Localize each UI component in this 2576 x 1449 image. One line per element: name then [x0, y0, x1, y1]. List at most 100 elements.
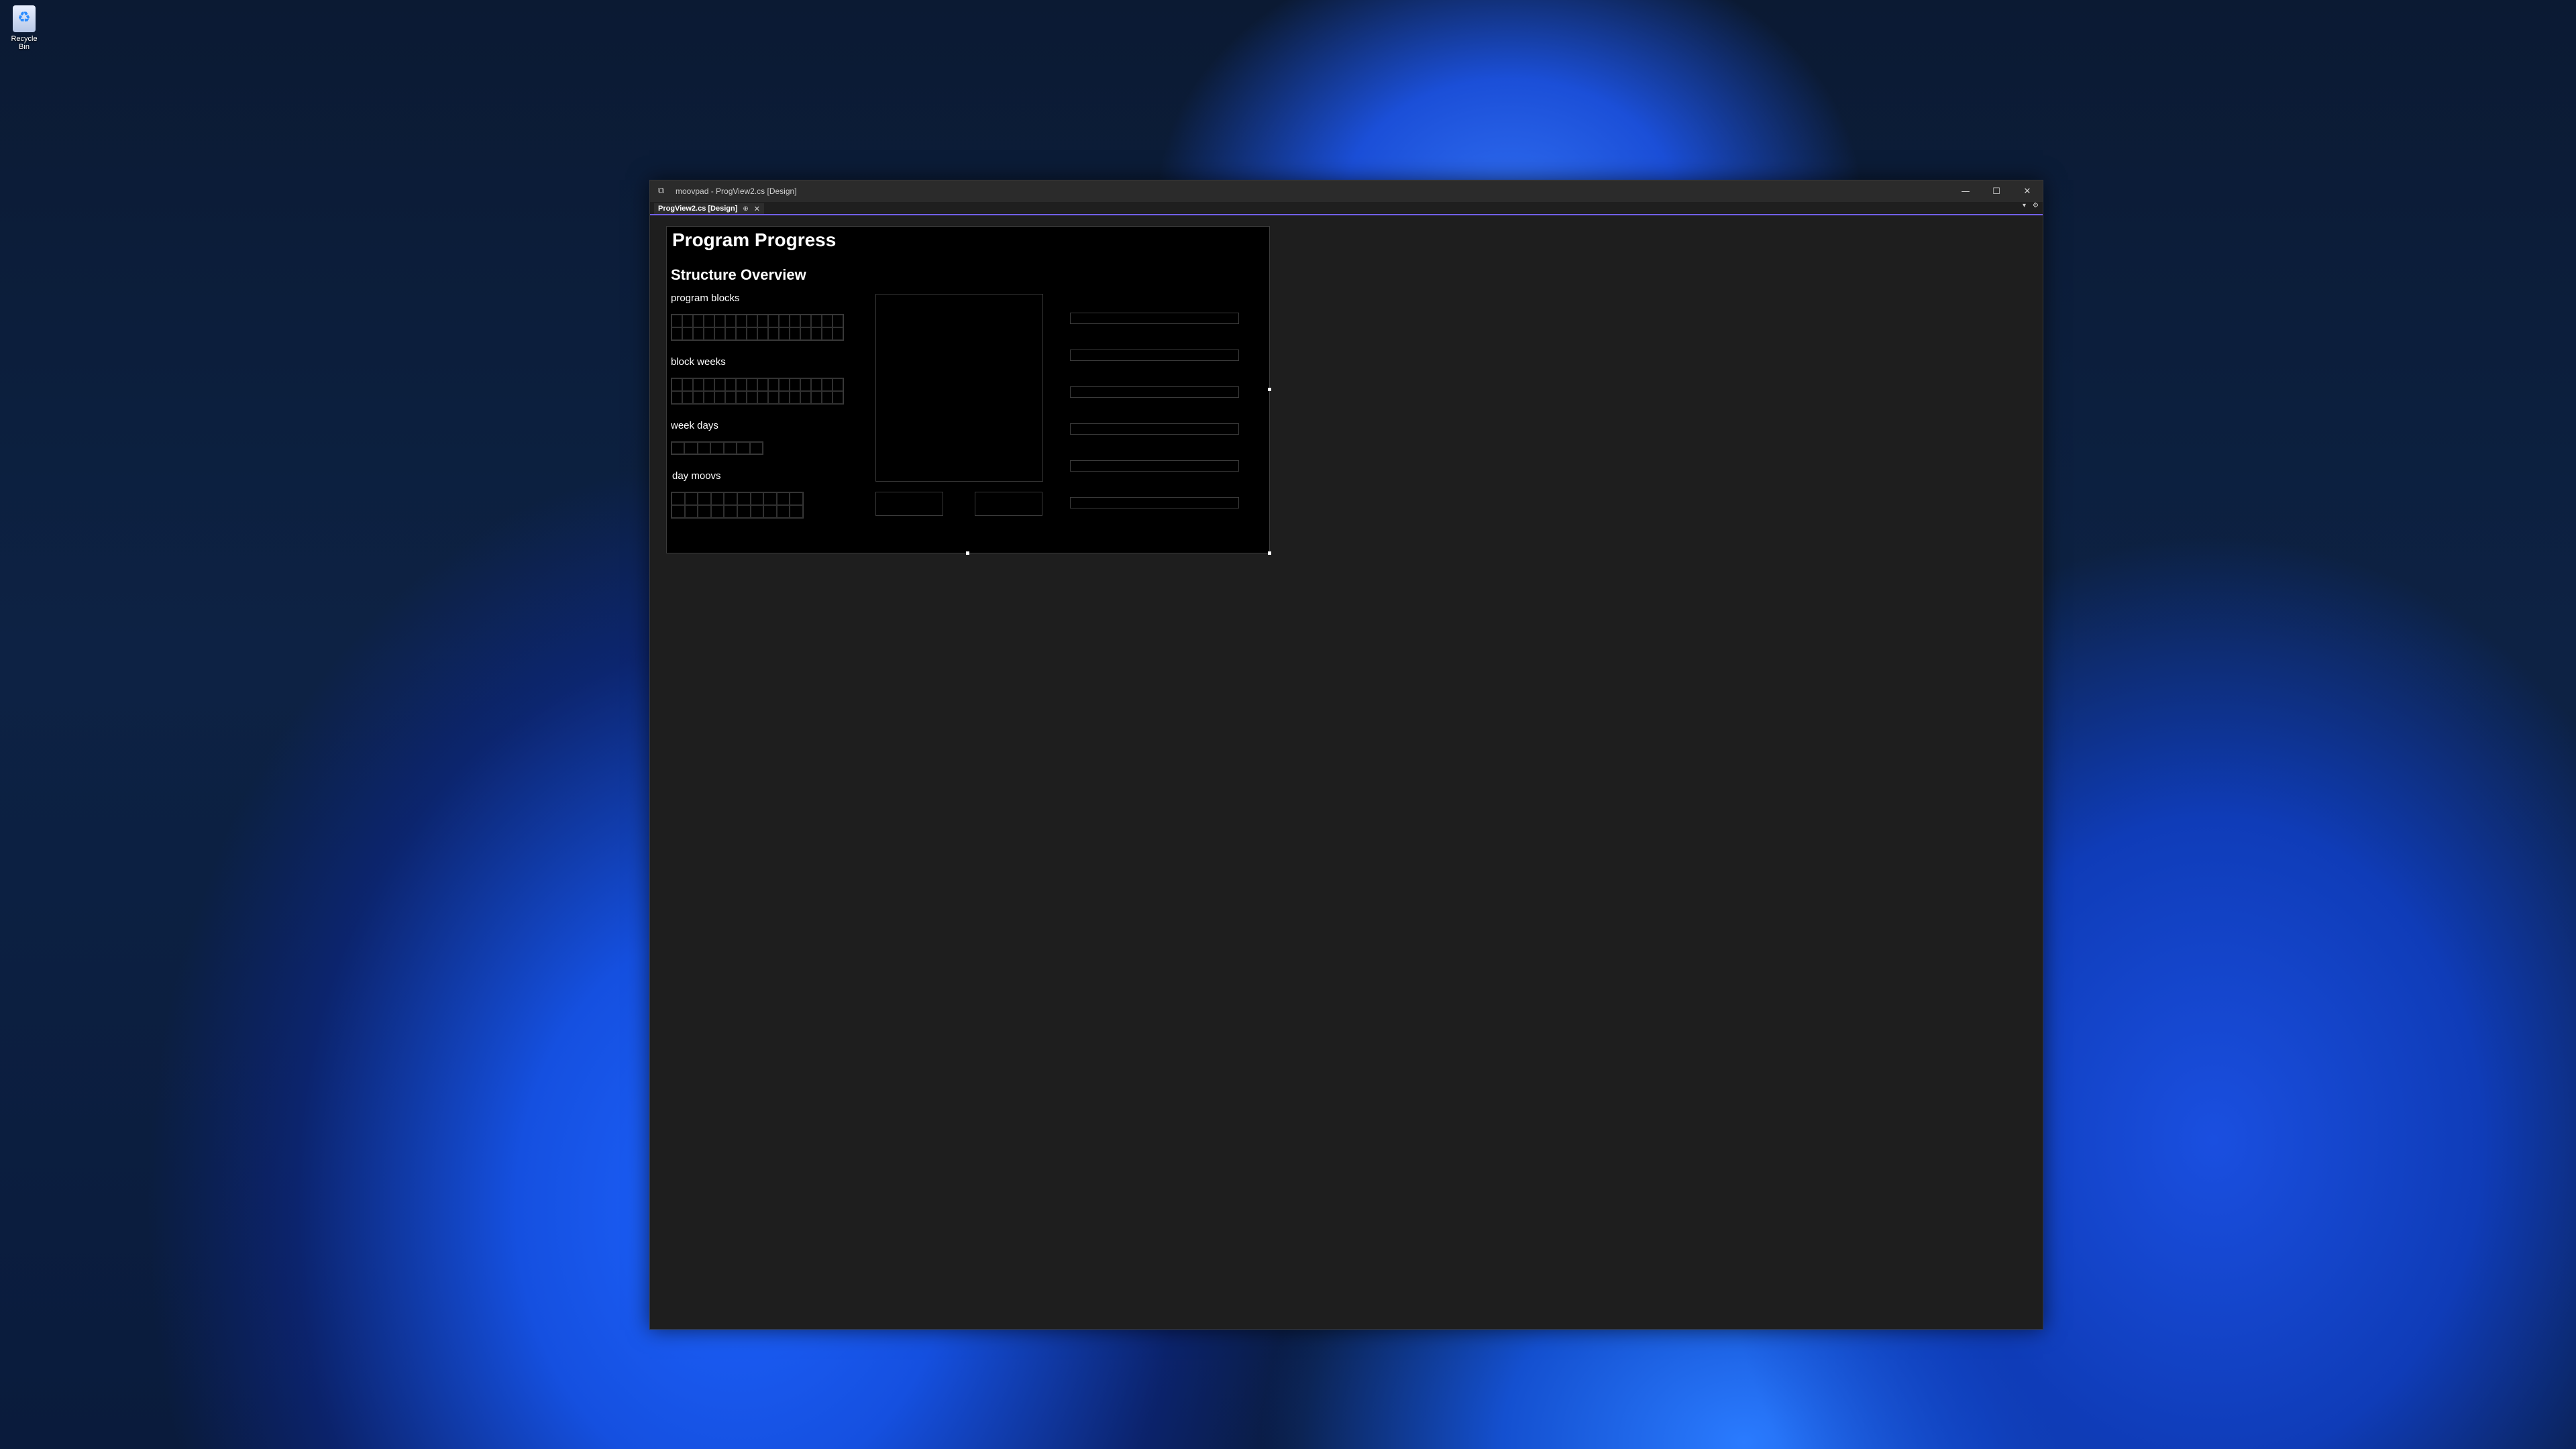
grid-cell: [725, 327, 736, 340]
block-weeks-label: block weeks: [671, 356, 726, 368]
program-blocks-grid[interactable]: [671, 314, 844, 341]
grid-cell: [693, 315, 704, 327]
tab-list-dropdown-icon[interactable]: ▾: [2023, 202, 2026, 209]
close-tab-icon[interactable]: ✕: [754, 205, 760, 213]
grid-cell: [710, 505, 724, 518]
grid-cell: [682, 378, 693, 391]
grid-cell: [723, 442, 737, 454]
grid-cell: [800, 391, 811, 404]
grid-cell: [698, 492, 711, 505]
tab-label: ProgView2.cs [Design]: [658, 205, 738, 213]
grid-cell: [672, 492, 685, 505]
grid-cell: [750, 505, 764, 518]
grid-cell: [672, 505, 685, 518]
recycle-bin-label: Recycle Bin: [11, 35, 38, 51]
grid-cell: [811, 378, 822, 391]
grid-cell: [800, 327, 811, 340]
week-days-grid[interactable]: [671, 441, 763, 455]
grid-cell: [811, 315, 822, 327]
program-blocks-label: program blocks: [671, 292, 740, 304]
grid-cell: [768, 378, 779, 391]
grid-cell: [768, 391, 779, 404]
left-action-box[interactable]: [875, 492, 943, 516]
grid-cell: [747, 378, 757, 391]
grid-cell: [704, 327, 714, 340]
grid-cell: [833, 315, 843, 327]
grid-cell: [750, 492, 764, 505]
title-bar[interactable]: ⧉ moovpad - ProgView2.cs [Design] — ☐ ✕: [650, 180, 2043, 202]
block-weeks-grid[interactable]: [671, 378, 844, 405]
grid-cell: [682, 391, 693, 404]
detail-panel[interactable]: [875, 294, 1043, 482]
maximize-button[interactable]: ☐: [1981, 180, 2012, 202]
grid-cell: [747, 327, 757, 340]
recycle-bin-icon: [13, 5, 36, 32]
grid-cell: [672, 442, 685, 454]
grid-cell: [710, 492, 724, 505]
grid-cell: [672, 378, 682, 391]
minimize-button[interactable]: —: [1950, 180, 1981, 202]
grid-cell: [763, 492, 777, 505]
grid-cell: [776, 492, 790, 505]
grid-cell: [763, 505, 777, 518]
progress-bar-1: [1070, 313, 1239, 324]
pin-tab-icon[interactable]: ⊕: [743, 205, 748, 213]
visual-studio-icon: ⧉: [658, 186, 665, 196]
grid-cell: [725, 391, 736, 404]
grid-cell: [749, 442, 763, 454]
document-tab-strip: ProgView2.cs [Design] ⊕ ✕ ▾ ⚙: [650, 202, 2043, 215]
day-moovs-label: day moovs: [672, 470, 721, 482]
grid-cell: [682, 315, 693, 327]
grid-cell: [693, 378, 704, 391]
grid-cell: [776, 505, 790, 518]
grid-cell: [736, 391, 747, 404]
close-button[interactable]: ✕: [2012, 180, 2043, 202]
grid-cell: [833, 391, 843, 404]
progress-bar-3: [1070, 386, 1239, 398]
recycle-bin-desktop-icon[interactable]: Recycle Bin: [5, 5, 43, 51]
grid-cell: [779, 378, 790, 391]
grid-cell: [790, 505, 803, 518]
grid-cell: [768, 327, 779, 340]
designer-window: ⧉ moovpad - ProgView2.cs [Design] — ☐ ✕ …: [649, 180, 2043, 1330]
grid-cell: [790, 327, 800, 340]
grid-cell: [736, 378, 747, 391]
progress-bar-4: [1070, 423, 1239, 435]
grid-cell: [672, 315, 682, 327]
grid-cell: [672, 391, 682, 404]
resize-handle-corner[interactable]: [1268, 551, 1271, 555]
grid-cell: [697, 442, 711, 454]
right-action-box[interactable]: [975, 492, 1042, 516]
grid-cell: [757, 391, 768, 404]
day-moovs-grid[interactable]: [671, 492, 804, 519]
form-title: Program Progress: [672, 229, 837, 250]
grid-cell: [693, 391, 704, 404]
grid-cell: [757, 315, 768, 327]
grid-cell: [790, 492, 803, 505]
grid-cell: [790, 378, 800, 391]
grid-cell: [790, 391, 800, 404]
grid-cell: [779, 327, 790, 340]
grid-cell: [800, 315, 811, 327]
grid-cell: [822, 327, 833, 340]
grid-cell: [811, 327, 822, 340]
grid-cell: [737, 492, 751, 505]
settings-gear-icon[interactable]: ⚙: [2033, 202, 2039, 209]
resize-handle-bottom[interactable]: [966, 551, 969, 555]
grid-cell: [714, 315, 725, 327]
resize-handle-right[interactable]: [1268, 388, 1271, 391]
grid-cell: [811, 391, 822, 404]
grid-cell: [725, 378, 736, 391]
grid-cell: [833, 378, 843, 391]
grid-cell: [736, 327, 747, 340]
progress-form[interactable]: Program Progress Structure Overview prog…: [666, 226, 1271, 555]
section-title: Structure Overview: [671, 266, 806, 283]
grid-cell: [704, 315, 714, 327]
progress-bar-5: [1070, 460, 1239, 472]
grid-cell: [833, 327, 843, 340]
tab-progview2-design[interactable]: ProgView2.cs [Design] ⊕ ✕: [654, 203, 764, 214]
grid-cell: [779, 391, 790, 404]
grid-cell: [714, 327, 725, 340]
grid-cell: [822, 315, 833, 327]
grid-cell: [724, 492, 737, 505]
